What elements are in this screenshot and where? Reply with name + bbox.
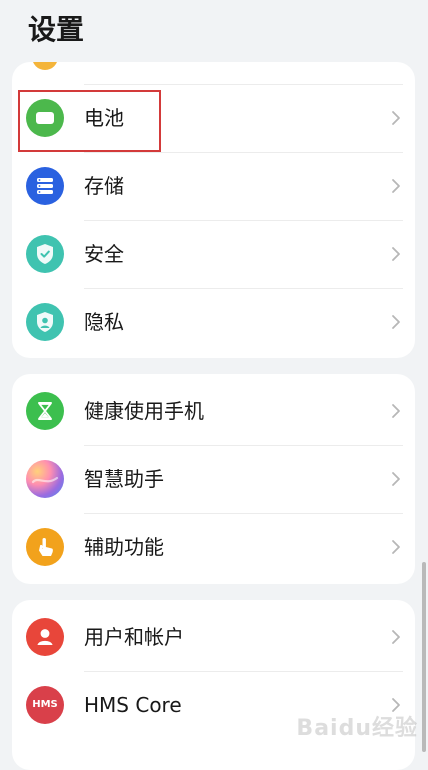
chevron-right-icon: [392, 315, 400, 329]
settings-item-security[interactable]: 安全: [12, 221, 415, 288]
hms-badge-text: HMS: [32, 699, 58, 710]
chevron-right-icon: [392, 630, 400, 644]
settings-item-label: 安全: [84, 242, 124, 266]
user-icon: [26, 618, 64, 656]
settings-group-device: 电池 存储 安全 隐私: [12, 62, 415, 358]
settings-item-digital-balance[interactable]: 健康使用手机: [12, 378, 415, 445]
privacy-icon: [26, 303, 64, 341]
settings-item-label: 电池: [84, 106, 124, 130]
chevron-right-icon: [392, 404, 400, 418]
chevron-right-icon: [392, 472, 400, 486]
accessibility-hand-icon: [26, 528, 64, 566]
settings-item-battery[interactable]: 电池: [12, 85, 415, 152]
page-title: 设置: [28, 13, 85, 46]
settings-group-accounts: 用户和帐户 HMS HMS Core: [12, 600, 415, 770]
settings-item-privacy[interactable]: 隐私: [12, 289, 415, 356]
watermark: Baidu经验: [296, 716, 418, 741]
settings-item-label: 隐私: [84, 310, 124, 334]
partial-item-icon: [32, 62, 58, 70]
hms-icon: HMS: [26, 686, 64, 724]
chevron-right-icon: [392, 111, 400, 125]
hourglass-icon: [26, 392, 64, 430]
settings-item-label: 智慧助手: [84, 467, 164, 491]
settings-group-wellbeing: 健康使用手机 智慧助手 辅助功能: [12, 374, 415, 584]
settings-item-label: HMS Core: [84, 693, 182, 717]
chevron-right-icon: [392, 540, 400, 554]
battery-icon: [26, 99, 64, 137]
scrollbar[interactable]: [422, 562, 426, 752]
settings-item-label: 辅助功能: [84, 535, 164, 559]
shield-icon: [26, 235, 64, 273]
settings-item-label: 存储: [84, 174, 124, 198]
settings-item-assistant[interactable]: 智慧助手: [12, 446, 415, 513]
chevron-right-icon: [392, 247, 400, 261]
settings-item-users-accounts[interactable]: 用户和帐户: [12, 604, 415, 671]
settings-item-label: 用户和帐户: [84, 625, 184, 649]
settings-item-accessibility[interactable]: 辅助功能: [12, 514, 415, 581]
settings-item-label: 健康使用手机: [84, 399, 204, 423]
assistant-icon: [26, 460, 64, 498]
storage-icon: [26, 167, 64, 205]
settings-item-storage[interactable]: 存储: [12, 153, 415, 220]
chevron-right-icon: [392, 179, 400, 193]
